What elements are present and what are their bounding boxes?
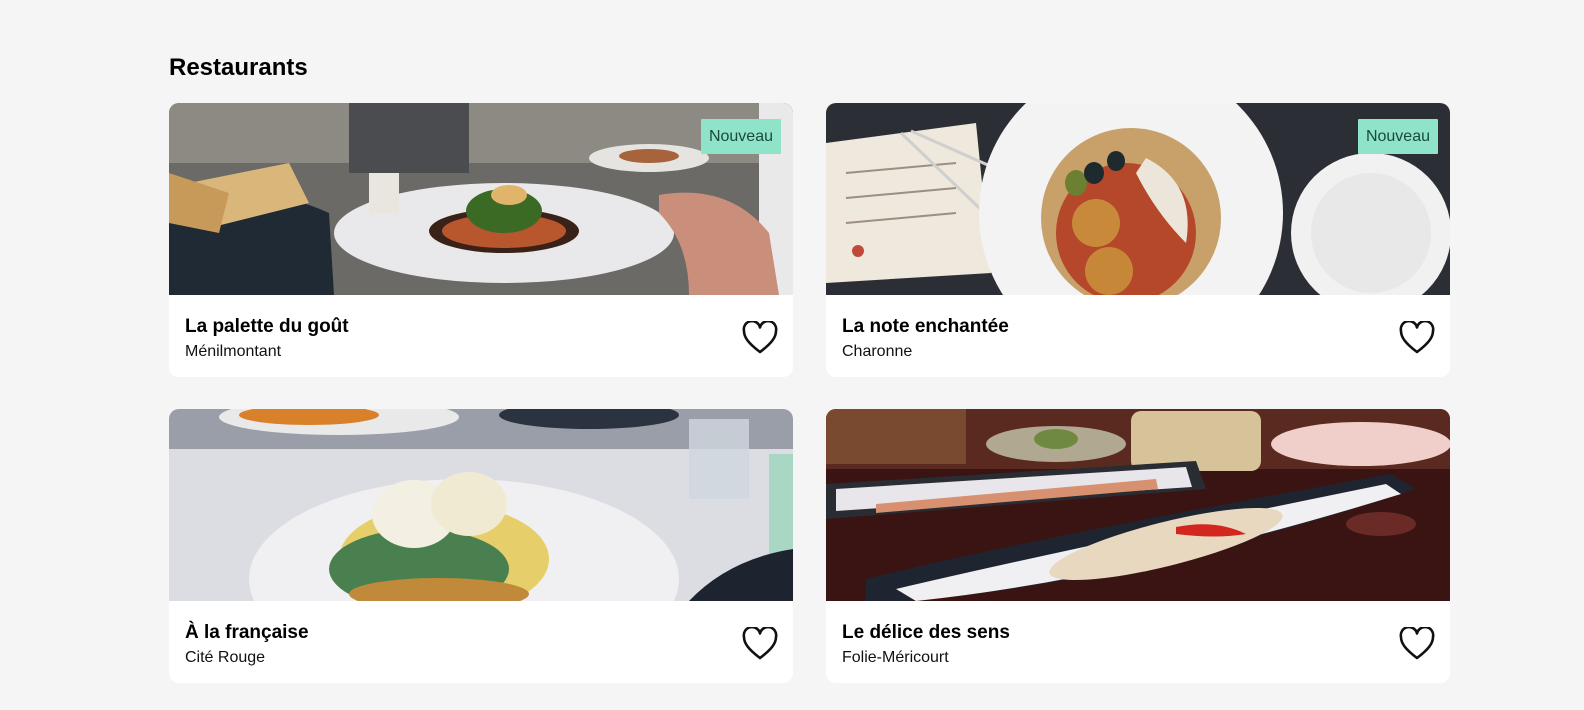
heart-outline-icon xyxy=(1399,627,1435,660)
heart-outline-icon xyxy=(742,321,778,354)
restaurant-neighborhood: Charonne xyxy=(842,343,913,360)
restaurant-info: La note enchantée Charonne xyxy=(826,295,1450,377)
favorite-button[interactable] xyxy=(742,627,778,661)
favorite-button[interactable] xyxy=(1399,627,1435,661)
heart-outline-icon xyxy=(1399,321,1435,354)
restaurant-name: À la française xyxy=(185,622,309,643)
restaurant-card[interactable]: À la française Cité Rouge xyxy=(169,409,793,683)
restaurant-name: La note enchantée xyxy=(842,316,1009,337)
restaurant-card[interactable]: Le délice des sens Folie-Méricourt xyxy=(826,409,1450,683)
restaurant-card[interactable]: Nouveau La palette du goût Ménilmontant xyxy=(169,103,793,377)
restaurant-info: Le délice des sens Folie-Méricourt xyxy=(826,601,1450,683)
restaurant-photo: Nouveau xyxy=(826,103,1450,295)
new-badge: Nouveau xyxy=(700,119,781,154)
restaurant-neighborhood: Cité Rouge xyxy=(185,649,266,666)
favorite-button[interactable] xyxy=(742,321,778,355)
restaurant-photo xyxy=(826,409,1450,601)
restaurant-neighborhood: Ménilmontant xyxy=(185,343,282,360)
restaurants-page: Restaurants Nouveau La palette du goût M… xyxy=(0,0,1584,710)
restaurant-photo xyxy=(169,409,793,601)
new-badge: Nouveau xyxy=(1357,119,1438,154)
restaurant-neighborhood: Folie-Méricourt xyxy=(842,649,949,666)
section-title: Restaurants xyxy=(169,54,308,81)
restaurant-name: Le délice des sens xyxy=(842,622,1010,643)
restaurant-photo: Nouveau xyxy=(169,103,793,295)
favorite-button[interactable] xyxy=(1399,321,1435,355)
restaurant-name: La palette du goût xyxy=(185,316,349,337)
restaurant-info: La palette du goût Ménilmontant xyxy=(169,295,793,377)
restaurant-info: À la française Cité Rouge xyxy=(169,601,793,683)
heart-outline-icon xyxy=(742,627,778,660)
restaurant-card[interactable]: Nouveau La note enchantée Charonne xyxy=(826,103,1450,377)
restaurant-grid: Nouveau La palette du goût Ménilmontant xyxy=(169,103,1450,683)
